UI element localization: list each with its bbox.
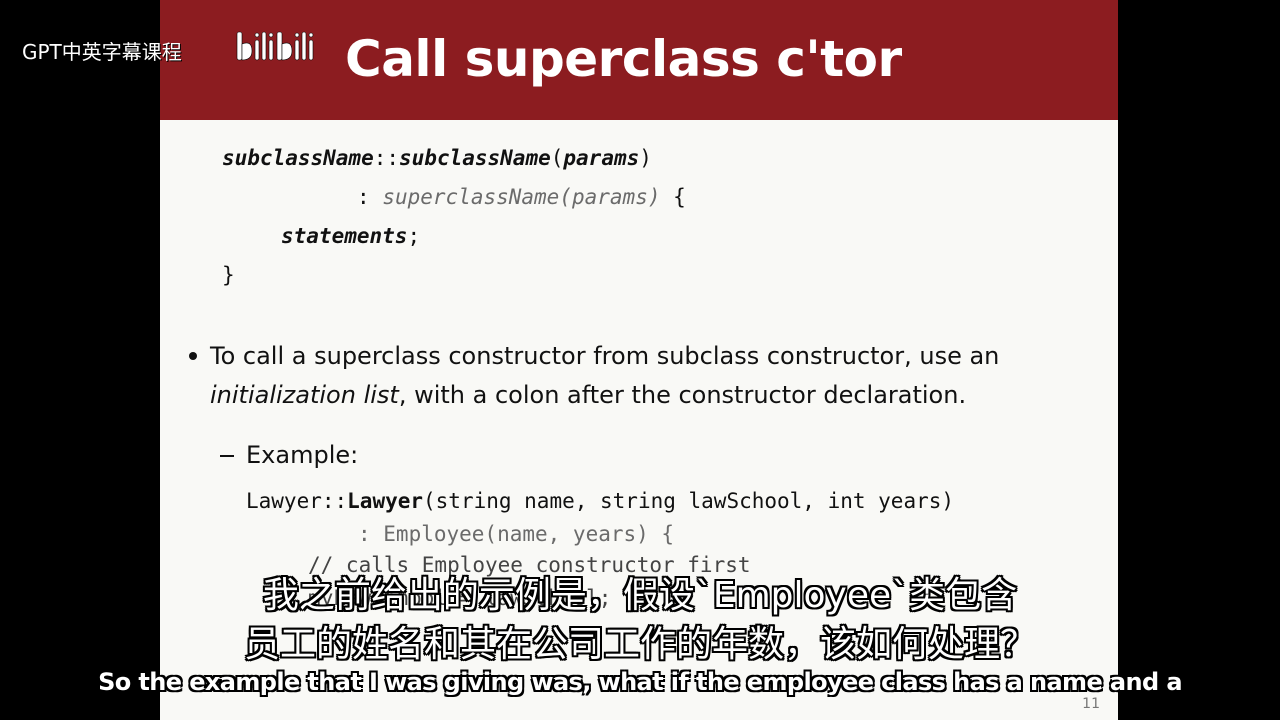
subtitle-chinese-line-2: 员工的姓名和其在公司工作的年数，该如何处理？ bbox=[243, 624, 1036, 665]
syntax-line-2: : superclassName(params) { bbox=[357, 185, 686, 209]
subtitle-english: So the example that I was giving was, wh… bbox=[98, 668, 1182, 696]
bilibili-logo-icon bbox=[236, 31, 314, 61]
page-number: 11 bbox=[1082, 696, 1100, 712]
subtitle-chinese-line-1: 我之前给出的示例是，假设`Employee`类包含 bbox=[262, 575, 1018, 616]
slide-title: Call superclass c'tor bbox=[345, 30, 902, 88]
syntax-line-3: statements; bbox=[281, 224, 421, 248]
syntax-line-4: } bbox=[222, 263, 235, 287]
bullet-text-line-2: initialization list, with a colon after … bbox=[210, 381, 967, 409]
bullet-icon bbox=[189, 352, 197, 360]
example-line-2: : Employee(name, years) { bbox=[358, 522, 675, 546]
dash-icon bbox=[220, 455, 234, 457]
example-line-1: Lawyer::Lawyer(string name, string lawSc… bbox=[246, 489, 955, 513]
watermark-text: GPT中英字幕课程 bbox=[22, 40, 182, 64]
example-label: Example: bbox=[246, 441, 359, 469]
bullet-text-line-1: To call a superclass constructor from su… bbox=[210, 342, 1000, 370]
syntax-line-1: subclassName::subclassName(params) bbox=[222, 146, 652, 170]
